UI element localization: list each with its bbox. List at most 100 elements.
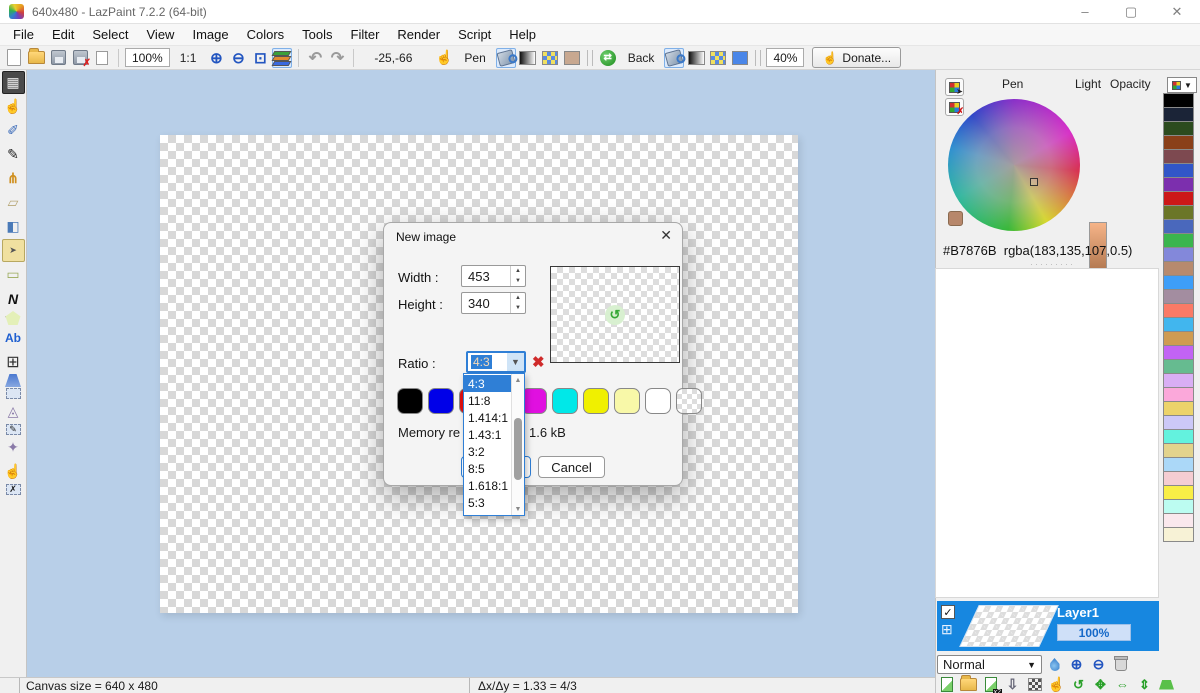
redo-button[interactable]: ↷ [327,48,347,68]
back-fill-button[interactable] [664,48,684,68]
new-file-button[interactable] [4,48,24,68]
deform-grid-tool-icon[interactable]: ⊞ [2,350,25,373]
palette-swatch[interactable] [1163,471,1194,486]
pick-palette-color-button[interactable]: ➤ [945,78,964,96]
menu-item-Help[interactable]: Help [500,25,545,44]
open-file-button[interactable] [26,48,46,68]
palette-swatch[interactable] [1163,275,1194,290]
menu-item-Render[interactable]: Render [388,25,449,44]
toolbox-icon[interactable]: ▦ [2,71,25,94]
layer-visibility-checkbox[interactable]: ✓ [941,605,955,619]
width-value[interactable]: 453 [462,269,510,284]
zoom-in-button[interactable]: ⊕ [206,48,226,68]
back-zoom-field[interactable]: 40% [766,48,804,67]
rectangle-tool-icon[interactable]: ▭ [2,263,25,286]
dialog-color-swatch[interactable] [428,388,454,414]
maximize-button[interactable]: ▢ [1108,0,1154,24]
ratio-option-11:8[interactable]: 11:8 [464,392,511,409]
perspective-tool-icon[interactable] [5,374,21,387]
palette-swatch[interactable] [1163,233,1194,248]
save-as-button[interactable]: ✗ [70,48,90,68]
hand-icon[interactable]: ☝ [434,48,454,68]
magic-wand-tool-icon[interactable]: ✦ [2,436,25,459]
pen-fill-button[interactable] [496,48,516,68]
flip-vertical-button[interactable]: ⇕ [1135,675,1154,693]
palette-swatch[interactable] [1163,219,1194,234]
delete-layer-button[interactable] [1111,655,1130,674]
scroll-thumb[interactable] [514,418,522,480]
brush-tool-icon[interactable]: ⋔ [2,167,25,190]
polyline-tool-icon[interactable]: N [2,287,25,310]
palette-swatch[interactable] [1163,121,1194,136]
height-field[interactable]: 340 ▲▼ [461,292,526,314]
perspective-layer-button[interactable] [1157,675,1176,693]
palette-swatch[interactable] [1163,331,1194,346]
duplicate-layer-button[interactable]: x2 [981,675,1000,693]
height-up-button[interactable]: ▲ [511,293,525,303]
blend-drop-button[interactable] [1045,655,1064,674]
palette-swatch[interactable] [1163,443,1194,458]
lasso-tool-icon[interactable]: ◬ [2,400,25,423]
toolbar-grip[interactable] [587,50,593,66]
move-selection-tool-icon[interactable]: ☝ [2,460,25,483]
palette-swatch[interactable] [1163,387,1194,402]
blend-mode-select[interactable]: Normal ▼ [937,655,1042,674]
palette-swatch[interactable] [1163,205,1194,220]
open-layer-button[interactable] [959,675,978,693]
palette-swatch[interactable] [1163,261,1194,276]
menu-item-Edit[interactable]: Edit [43,25,83,44]
dialog-close-button[interactable]: ✕ [660,227,672,244]
menu-item-Colors[interactable]: Colors [238,25,294,44]
flip-horizontal-button[interactable]: ⇔ [1113,675,1132,693]
ratio-combobox[interactable]: 4:3 ▼ [466,351,526,373]
palette-swatch[interactable] [1163,373,1194,388]
undo-button[interactable]: ↶ [305,48,325,68]
color-wheel[interactable] [948,99,1080,231]
palette-swatch[interactable] [1163,317,1194,332]
copy-button[interactable] [92,48,112,68]
pen-gradient-button[interactable] [518,48,538,68]
ratio-option-3:2[interactable]: 3:2 [464,443,511,460]
deselect-tool-icon[interactable]: ✗ [6,484,21,495]
menu-item-Image[interactable]: Image [183,25,237,44]
dialog-color-swatch[interactable] [645,388,671,414]
height-value[interactable]: 340 [462,296,510,311]
dialog-color-swatch[interactable] [614,388,640,414]
remove-palette-color-button[interactable]: ✗ [945,98,964,116]
height-down-button[interactable]: ▼ [511,303,525,313]
palette-swatch[interactable] [1163,359,1194,374]
color-picker-tool-icon[interactable]: ✐ [2,119,25,142]
ratio-option-1.43:1[interactable]: 1.43:1 [464,426,511,443]
ratio-option-4:3[interactable]: 4:3 [464,375,511,392]
zoom-original-button[interactable]: 1:1 [172,48,205,67]
palette-swatch[interactable] [1163,177,1194,192]
dropdown-scrollbar[interactable]: ▲ ▼ [511,374,524,515]
width-down-button[interactable]: ▼ [511,276,525,286]
rotate-preview-icon[interactable]: ↺ [605,305,625,325]
toolbar-grip[interactable] [755,50,761,66]
menu-item-Select[interactable]: Select [83,25,137,44]
dialog-color-swatch[interactable] [676,388,702,414]
cancel-button[interactable]: Cancel [538,456,605,478]
rotate-layer-button[interactable]: ↺ [1069,675,1088,693]
menu-item-File[interactable]: File [4,25,43,44]
layer-grid-icon[interactable]: ⊞ [941,622,955,636]
donate-button[interactable]: ☝ Donate... [812,47,901,68]
width-field[interactable]: 453 ▲▼ [461,265,526,287]
back-swatch-button[interactable] [730,48,750,68]
palette-swatch[interactable] [1163,415,1194,430]
move-layer-button[interactable]: ☝ [1047,675,1066,693]
zoom-level-field[interactable]: 100% [125,48,170,67]
ratio-option-8:5[interactable]: 8:5 [464,460,511,477]
palette-swatch[interactable] [1163,429,1194,444]
palette-menu-button[interactable]: ▼ [1167,77,1197,93]
menu-item-Filter[interactable]: Filter [342,25,389,44]
palette-swatch[interactable] [1163,149,1194,164]
dialog-color-swatch[interactable] [583,388,609,414]
scroll-down-icon[interactable]: ▼ [515,503,522,515]
pen-tool-icon[interactable]: ✎ [2,143,25,166]
new-layer-button[interactable] [937,675,956,693]
zoom-out-button[interactable]: ⊖ [228,48,248,68]
save-button[interactable] [48,48,68,68]
palette-swatch[interactable] [1163,93,1194,108]
